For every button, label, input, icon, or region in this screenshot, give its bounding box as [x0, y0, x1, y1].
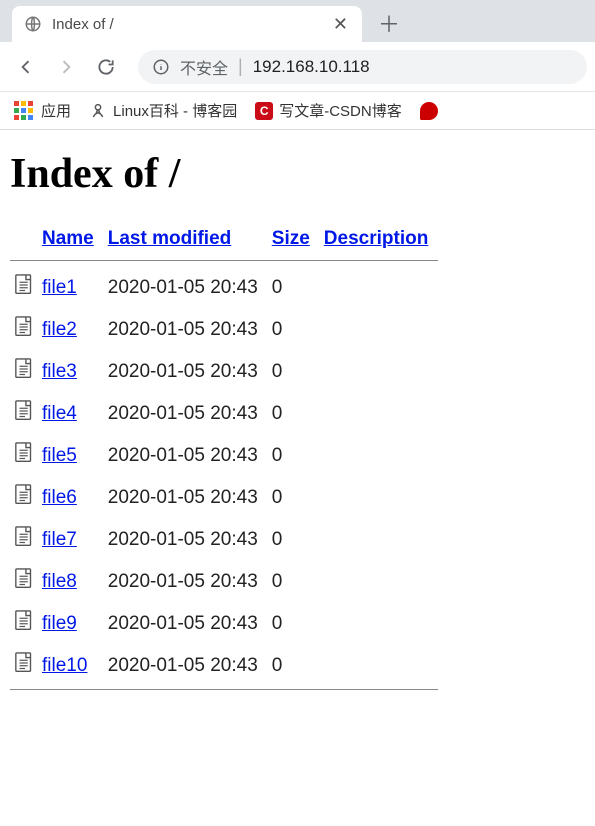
page-content: Index of / Name Last modified Size Descr…	[0, 130, 595, 706]
file-modified: 2020-01-05 20:43	[104, 645, 268, 687]
col-description[interactable]: Description	[324, 228, 429, 249]
file-size: 0	[268, 603, 320, 645]
file-modified: 2020-01-05 20:43	[104, 561, 268, 603]
table-row: file7 2020-01-05 20:430	[10, 519, 438, 561]
file-icon	[14, 399, 36, 423]
file-icon	[14, 315, 36, 339]
file-description	[320, 393, 439, 435]
file-size: 0	[268, 477, 320, 519]
not-secure-label: 不安全	[180, 55, 228, 79]
file-description	[320, 645, 439, 687]
table-row: file1 2020-01-05 20:430	[10, 267, 438, 309]
file-description	[320, 309, 439, 351]
bookmark-linux[interactable]: Linux百科 - 博客园	[89, 100, 237, 121]
file-link[interactable]: file4	[42, 403, 77, 424]
file-description	[320, 267, 439, 309]
file-modified: 2020-01-05 20:43	[104, 519, 268, 561]
file-description	[320, 603, 439, 645]
file-description	[320, 351, 439, 393]
file-icon	[14, 525, 36, 549]
url-text: 192.168.10.118	[253, 57, 370, 77]
file-icon	[14, 483, 36, 507]
file-description	[320, 477, 439, 519]
file-size: 0	[268, 351, 320, 393]
toolbar: 不安全 | 192.168.10.118	[0, 42, 595, 92]
browser-tab[interactable]: Index of / ✕	[12, 6, 362, 42]
file-link[interactable]: file5	[42, 445, 77, 466]
footer-divider	[10, 689, 438, 690]
table-row: file8 2020-01-05 20:430	[10, 561, 438, 603]
file-size: 0	[268, 267, 320, 309]
table-header-row: Name Last modified Size Description	[10, 222, 438, 258]
file-size: 0	[268, 309, 320, 351]
col-modified[interactable]: Last modified	[108, 228, 232, 249]
file-icon	[14, 357, 36, 381]
file-icon	[14, 273, 36, 297]
forward-button[interactable]	[48, 49, 84, 85]
table-row: file4 2020-01-05 20:430	[10, 393, 438, 435]
file-link[interactable]: file8	[42, 571, 77, 592]
file-link[interactable]: file9	[42, 613, 77, 634]
bookmark-redhat[interactable]	[420, 102, 438, 120]
table-row: file10 2020-01-05 20:430	[10, 645, 438, 687]
new-tab-button[interactable]: ＋	[362, 7, 416, 39]
address-bar[interactable]: 不安全 | 192.168.10.118	[138, 50, 587, 84]
file-listing-table: Name Last modified Size Description file…	[10, 222, 438, 696]
bookmark-icon	[89, 102, 107, 120]
table-row: file3 2020-01-05 20:430	[10, 351, 438, 393]
file-link[interactable]: file1	[42, 277, 77, 298]
table-row: file5 2020-01-05 20:430	[10, 435, 438, 477]
file-link[interactable]: file7	[42, 529, 77, 550]
file-icon	[14, 441, 36, 465]
page-title: Index of /	[10, 150, 585, 198]
bookmark-csdn[interactable]: C 写文章-CSDN博客	[255, 100, 402, 121]
file-modified: 2020-01-05 20:43	[104, 603, 268, 645]
apps-button[interactable]: 应用	[14, 100, 71, 121]
table-row: file2 2020-01-05 20:430	[10, 309, 438, 351]
file-modified: 2020-01-05 20:43	[104, 267, 268, 309]
bookmark-label: 写文章-CSDN博客	[279, 100, 402, 121]
file-size: 0	[268, 519, 320, 561]
separator: |	[238, 56, 243, 77]
file-modified: 2020-01-05 20:43	[104, 477, 268, 519]
info-icon	[152, 58, 170, 76]
close-icon[interactable]: ✕	[331, 14, 350, 35]
file-size: 0	[268, 645, 320, 687]
file-modified: 2020-01-05 20:43	[104, 309, 268, 351]
file-modified: 2020-01-05 20:43	[104, 351, 268, 393]
table-row: file9 2020-01-05 20:430	[10, 603, 438, 645]
globe-icon	[24, 15, 42, 33]
file-icon	[14, 609, 36, 633]
bookmarks-bar: 应用 Linux百科 - 博客园 C 写文章-CSDN博客	[0, 92, 595, 130]
file-link[interactable]: file10	[42, 655, 87, 676]
apps-icon	[14, 101, 33, 120]
file-link[interactable]: file3	[42, 361, 77, 382]
file-link[interactable]: file6	[42, 487, 77, 508]
file-size: 0	[268, 435, 320, 477]
file-size: 0	[268, 561, 320, 603]
file-icon	[14, 567, 36, 591]
file-size: 0	[268, 393, 320, 435]
redhat-icon	[420, 102, 438, 120]
file-icon	[14, 651, 36, 675]
col-name[interactable]: Name	[42, 228, 94, 249]
bookmark-label: Linux百科 - 博客园	[113, 100, 237, 121]
file-link[interactable]: file2	[42, 319, 77, 340]
file-description	[320, 561, 439, 603]
tab-title: Index of /	[52, 16, 321, 33]
file-description	[320, 519, 439, 561]
back-button[interactable]	[8, 49, 44, 85]
file-modified: 2020-01-05 20:43	[104, 435, 268, 477]
file-description	[320, 435, 439, 477]
apps-label: 应用	[41, 100, 71, 121]
col-size[interactable]: Size	[272, 228, 310, 249]
header-divider	[10, 260, 438, 261]
tab-bar: Index of / ✕ ＋	[0, 0, 595, 42]
csdn-icon: C	[255, 102, 273, 120]
file-modified: 2020-01-05 20:43	[104, 393, 268, 435]
table-row: file6 2020-01-05 20:430	[10, 477, 438, 519]
reload-button[interactable]	[88, 49, 124, 85]
